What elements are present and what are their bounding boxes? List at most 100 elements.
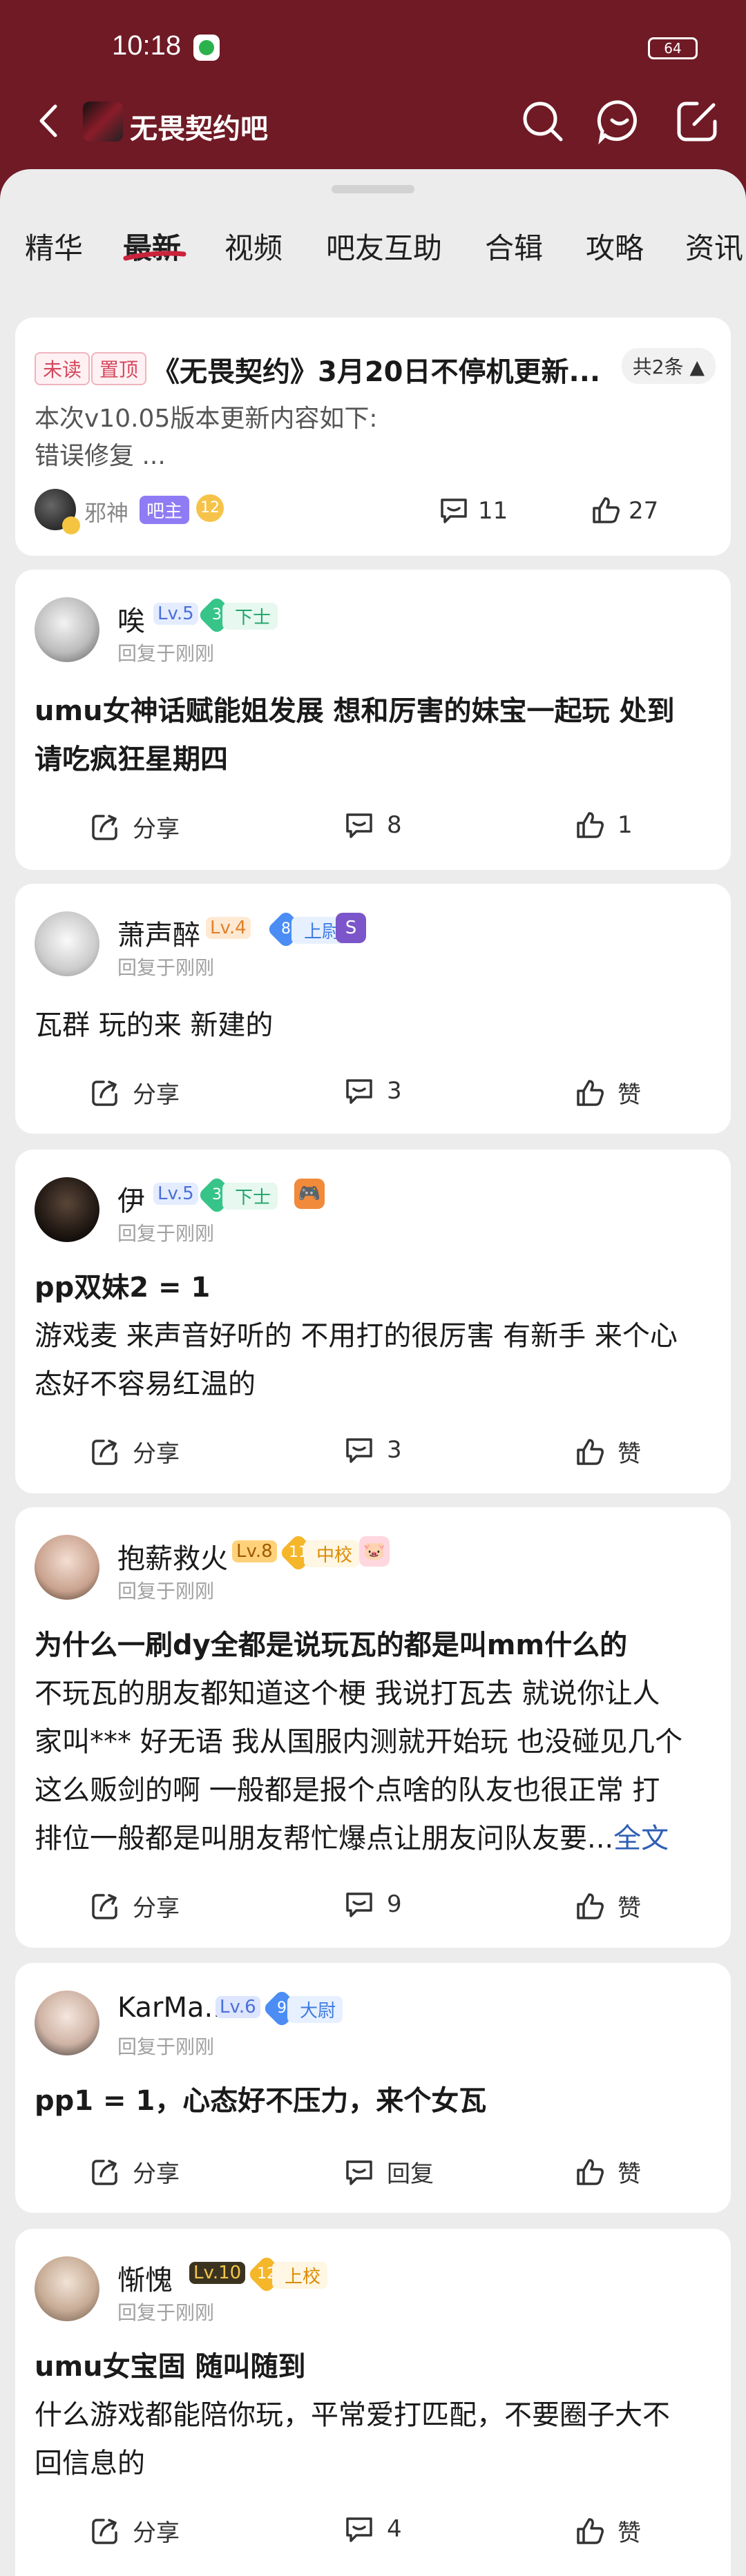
share-button[interactable]: 分享 [90, 1076, 180, 1110]
post-title[interactable]: pp1 = 1，心态好不压力，来个女瓦 [35, 2077, 486, 2125]
post-actions: 分享 9 赞 [15, 1883, 731, 1932]
like-button[interactable]: 赞 [575, 2514, 641, 2548]
tab-help[interactable]: 吧友互助 [326, 225, 442, 267]
gamepad-badge-icon: 🎮 [294, 1179, 325, 1209]
share-button[interactable]: 分享 [90, 1889, 180, 1923]
post-card[interactable]: 抱薪救火 Lv.8 11 中校 🐷 回复于刚刚 为什么一刷dy全都是说玩瓦的都是… [15, 1507, 731, 1948]
username[interactable]: KarMa.. [117, 1992, 222, 2024]
username[interactable]: 抱薪救火 [117, 1536, 228, 1576]
username[interactable]: 惭愧 [117, 2258, 173, 2298]
author-name[interactable]: 邪神 [84, 496, 128, 527]
share-button[interactable]: 分享 [90, 810, 180, 844]
post-title[interactable]: umu女宝固 随叫随到 [35, 2343, 306, 2391]
post-body-line2: 回信息的 [35, 2448, 145, 2479]
post-body-line3: 这么贩剑的啊 一般都是报个点啥的队友也很正常 打 [35, 1774, 660, 1806]
like-button[interactable]: 1 [575, 810, 633, 840]
comment-icon [346, 2517, 372, 2542]
share-button[interactable]: 分享 [90, 2514, 180, 2548]
post-actions: 分享 8 1 [15, 804, 731, 853]
wechat-notification-icon [193, 35, 220, 61]
comment-button[interactable]: 4 [344, 2514, 402, 2544]
post-body-line2: 态好不容易红温的 [35, 1368, 256, 1400]
avatar[interactable] [35, 1991, 99, 2055]
rank-badge: 上校 [272, 2262, 328, 2289]
post-body-line2: 家叫*** 好无语 我从国服内测就开始玩 也没碰见几个 [35, 1726, 683, 1758]
search-icon[interactable] [518, 97, 566, 145]
level-badge: Lv.6 [216, 1996, 260, 2018]
post-card[interactable]: 惭愧 Lv.10 12 上校 回复于刚刚 umu女宝固 随叫随到 什么游戏都能陪… [15, 2229, 731, 2576]
tab-guide[interactable]: 攻略 [586, 225, 644, 267]
compose-icon[interactable] [673, 97, 722, 145]
share-icon [92, 814, 117, 840]
comment-button[interactable]: 3 [344, 1435, 402, 1465]
rank-badge: 大尉 [287, 1996, 343, 2023]
post-card[interactable]: 唉 Lv.5 3 下士 回复于刚刚 umu女神话赋能姐发展 想和厉害的妹宝一起玩… [15, 570, 731, 870]
share-icon [92, 1080, 117, 1106]
post-title[interactable]: 为什么一刷dy全都是说玩瓦的都是叫mm什么的 [35, 1621, 627, 1669]
username[interactable]: 伊 [117, 1179, 145, 1219]
tab-jinghua[interactable]: 精华 [25, 225, 83, 267]
back-icon[interactable] [36, 104, 59, 138]
like-icon [577, 812, 604, 838]
drag-handle[interactable] [332, 185, 414, 193]
active-tab-indicator [123, 251, 186, 261]
share-button[interactable]: 分享 [90, 1435, 180, 1469]
comment-icon[interactable] [438, 496, 470, 525]
level-badge: Lv.10 [189, 2262, 246, 2284]
comment-icon [346, 1438, 372, 1463]
comment-icon [346, 1892, 372, 1917]
reply-button[interactable]: 回复 [344, 2155, 434, 2189]
rank-badge: 下士 [222, 603, 278, 630]
status-time: 10:18 [112, 30, 182, 61]
tab-video[interactable]: 视频 [224, 225, 283, 267]
avatar[interactable] [35, 1535, 99, 1600]
message-icon[interactable] [595, 97, 644, 145]
tab-bar: 精华 最新 视频 吧友互助 合辑 攻略 资讯 [0, 207, 746, 283]
status-bar: 10:18 64 [0, 0, 746, 97]
comment-button[interactable]: 8 [344, 810, 402, 840]
forum-avatar[interactable] [83, 101, 123, 142]
avatar[interactable] [35, 2256, 99, 2321]
post-actions: 分享 3 赞 [15, 1070, 731, 1118]
pinned-count-toggle[interactable]: 共2条 ▲ [621, 348, 716, 384]
unread-tag: 未读 [35, 352, 90, 385]
avatar[interactable] [35, 1177, 99, 1242]
comment-button[interactable]: 9 [344, 1889, 402, 1919]
avatar[interactable] [35, 597, 99, 662]
pinned-tag: 置顶 [91, 352, 147, 385]
like-button[interactable]: 赞 [575, 1889, 641, 1923]
post-title-line2[interactable]: 请吃疯狂星期四 [35, 735, 228, 784]
comment-button[interactable]: 3 [344, 1076, 402, 1106]
username[interactable]: 唉 [117, 599, 145, 639]
username[interactable]: 萧声醉 [117, 913, 200, 953]
post-card[interactable]: 伊 Lv.5 3 下士 🎮 回复于刚刚 pp双妹2 = 1 游戏麦 来声音好听的… [15, 1150, 731, 1493]
post-card[interactable]: KarMa.. Lv.6 9 大尉 回复于刚刚 pp1 = 1，心态好不压力，来… [15, 1963, 731, 2213]
reply-time: 回复于刚刚 [117, 956, 215, 979]
level-badge: Lv.5 [153, 603, 198, 625]
tab-news[interactable]: 资讯 [685, 225, 743, 267]
rank-badge: 中校 [304, 1540, 360, 1567]
post-actions: 分享 回复 赞 [15, 2149, 731, 2198]
like-count: 27 [629, 497, 659, 525]
post-title[interactable]: 瓦群 玩的来 新建的 [35, 1001, 273, 1049]
post-card[interactable]: 萧声醉 Lv.4 8 上尉 S 回复于刚刚 瓦群 玩的来 新建的 分享 3 赞 [15, 884, 731, 1134]
pinned-title[interactable]: 《无畏契约》3月20日不停机更新... [152, 349, 635, 389]
like-button[interactable]: 赞 [575, 1076, 641, 1110]
tab-collection[interactable]: 合辑 [485, 225, 543, 267]
like-icon[interactable] [590, 494, 622, 526]
share-icon [92, 1893, 117, 1919]
avatar[interactable] [35, 911, 99, 976]
share-button[interactable]: 分享 [90, 2155, 180, 2189]
post-title[interactable]: pp双妹2 = 1 [35, 1263, 210, 1312]
post-title[interactable]: umu女神话赋能姐发展 想和厉害的妹宝一起玩 处到 [35, 687, 674, 735]
forum-title[interactable]: 无畏契约吧 [130, 106, 268, 146]
pinned-post-card[interactable]: 未读 置顶 《无畏契约》3月20日不停机更新... 共2条 ▲ 本次v10.05… [15, 318, 731, 556]
full-text-link[interactable]: 全文 [613, 1823, 669, 1854]
like-button[interactable]: 赞 [575, 2155, 641, 2189]
role-badge: 吧主 [140, 496, 190, 524]
reply-time: 回复于刚刚 [117, 2301, 215, 2324]
like-button[interactable]: 赞 [575, 1435, 641, 1469]
pinned-body: 本次v10.05版本更新内容如下: 错误修复 ... [35, 405, 378, 470]
comment-icon [346, 2160, 372, 2185]
comment-icon [346, 1079, 372, 1104]
